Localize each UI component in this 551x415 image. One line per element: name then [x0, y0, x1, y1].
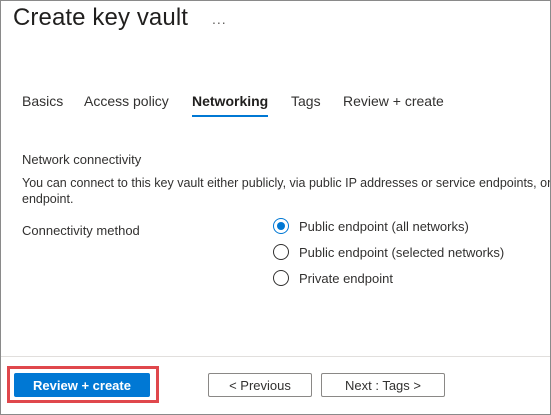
radio-public-selected-networks[interactable]: Public endpoint (selected networks)	[273, 243, 504, 261]
radio-button[interactable]	[273, 244, 289, 260]
review-create-button[interactable]: Review + create	[14, 373, 150, 397]
radio-button[interactable]	[273, 218, 289, 234]
tab-label: Networking	[192, 93, 269, 109]
active-tab-indicator	[192, 115, 269, 117]
tab-label: Review + create	[343, 93, 444, 109]
radio-private-endpoint[interactable]: Private endpoint	[273, 269, 393, 287]
tab-label: Access policy	[84, 93, 169, 109]
tab-access-policy[interactable]: Access policy	[84, 93, 169, 109]
connectivity-method-label: Connectivity method	[22, 223, 140, 238]
description-line: endpoint.	[22, 192, 74, 206]
tab-label: Basics	[22, 93, 64, 109]
section-description: You can connect to this key vault either…	[22, 175, 551, 207]
radio-label: Public endpoint (all networks)	[299, 218, 469, 234]
tab-review-create[interactable]: Review + create	[343, 93, 444, 109]
radio-button[interactable]	[273, 270, 289, 286]
tab-basics[interactable]: Basics	[22, 93, 63, 109]
radio-label: Public endpoint (selected networks)	[299, 244, 505, 260]
footer-divider	[1, 356, 550, 357]
section-title: Network connectivity	[22, 152, 142, 167]
radio-public-all-networks[interactable]: Public endpoint (all networks)	[273, 217, 469, 235]
page-title: Create key vault	[13, 4, 189, 31]
next-tags-button[interactable]: Next : Tags >	[321, 373, 445, 397]
more-options-icon[interactable]: ...	[212, 11, 227, 27]
tab-label: Tags	[291, 93, 321, 109]
create-key-vault-blade: Create key vault ... Basics Access polic…	[0, 0, 551, 415]
previous-button[interactable]: < Previous	[208, 373, 312, 397]
tab-tags[interactable]: Tags	[291, 93, 321, 109]
description-line: You can connect to this key vault either…	[22, 176, 551, 190]
tab-networking[interactable]: Networking	[192, 93, 269, 117]
radio-label: Private endpoint	[299, 270, 393, 286]
